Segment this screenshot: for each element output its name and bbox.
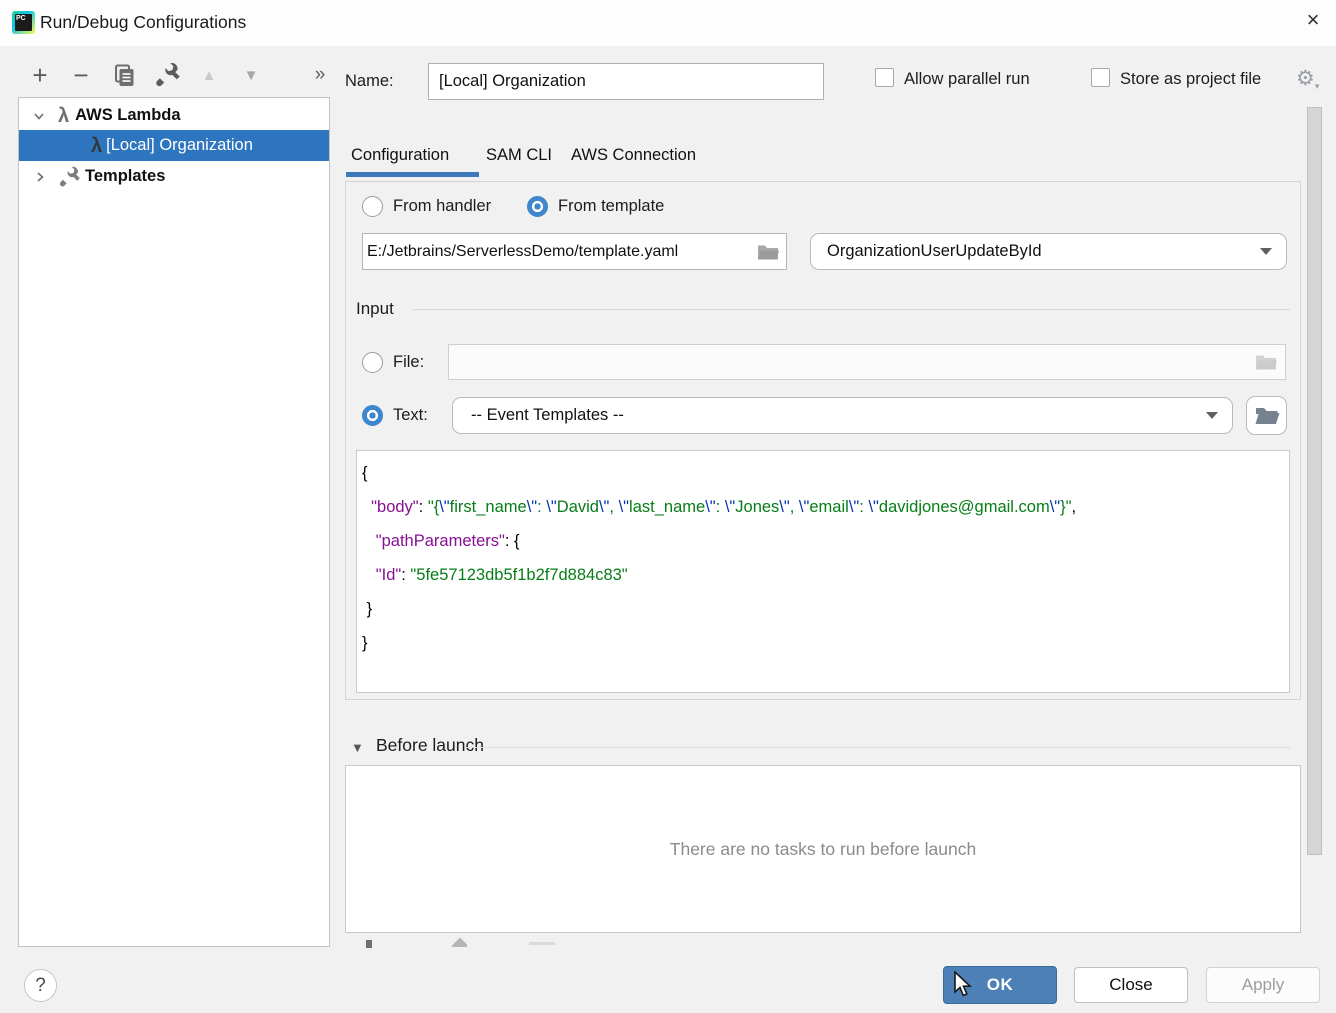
input-file-label[interactable]: File: xyxy=(393,353,424,372)
input-file-field[interactable] xyxy=(448,344,1286,380)
before-launch-task-list[interactable]: There are no tasks to run before launch xyxy=(345,765,1301,933)
ok-button[interactable]: OK xyxy=(943,966,1057,1004)
input-section-label: Input xyxy=(356,299,394,318)
aws-lambda-icon: λ xyxy=(91,134,103,157)
add-configuration-button[interactable]: + xyxy=(25,60,55,90)
chevron-right-icon[interactable] xyxy=(32,169,48,185)
chevron-down-icon xyxy=(1206,412,1218,419)
browse-event-file-button[interactable] xyxy=(1246,396,1287,435)
name-input[interactable] xyxy=(428,63,824,100)
from-handler-label[interactable]: From handler xyxy=(393,197,491,216)
add-task-icon[interactable] xyxy=(366,940,372,948)
selected-tab-indicator xyxy=(346,172,479,177)
copy-configuration-button[interactable] xyxy=(109,60,139,90)
close-button[interactable]: Close xyxy=(1074,967,1188,1003)
folder-icon[interactable] xyxy=(757,242,779,261)
input-text-label[interactable]: Text: xyxy=(393,406,428,425)
input-text-radio[interactable] xyxy=(362,405,383,426)
close-icon[interactable]: × xyxy=(1299,7,1327,35)
more-actions-button[interactable]: » xyxy=(305,60,335,90)
chevron-down-icon[interactable] xyxy=(31,108,47,124)
tree-item-aws-lambda[interactable]: λ AWS Lambda xyxy=(19,100,329,131)
function-select[interactable]: OrganizationUserUpdateById xyxy=(810,233,1287,270)
configurations-tree: λ AWS Lambda λ [Local] Organization Temp… xyxy=(18,97,330,947)
gear-icon[interactable]: ⚙▾ xyxy=(1296,66,1319,92)
allow-parallel-run-label[interactable]: Allow parallel run xyxy=(904,70,1030,89)
template-path-field[interactable]: E:/Jetbrains/ServerlessDemo/template.yam… xyxy=(362,233,787,270)
apply-button[interactable]: Apply xyxy=(1206,967,1320,1003)
aws-lambda-icon: λ xyxy=(58,104,70,127)
move-down-button[interactable]: ▼ xyxy=(236,60,266,90)
copy-icon xyxy=(112,63,136,87)
tree-item-local-organization[interactable]: λ [Local] Organization xyxy=(19,130,329,161)
vertical-scrollbar-thumb[interactable] xyxy=(1307,107,1322,855)
from-template-label[interactable]: From template xyxy=(558,197,664,216)
from-handler-radio[interactable] xyxy=(362,196,383,217)
chevron-down-icon xyxy=(1260,248,1272,255)
tab-configuration[interactable]: Configuration xyxy=(351,146,449,165)
tab-sam-cli[interactable]: SAM CLI xyxy=(486,146,552,165)
name-label: Name: xyxy=(345,72,394,90)
before-launch-divider xyxy=(465,747,1290,748)
move-up-button[interactable]: ▲ xyxy=(194,60,224,90)
pycharm-logo-icon: PC xyxy=(12,11,35,34)
help-button[interactable]: ? xyxy=(24,969,57,1002)
allow-parallel-run-checkbox[interactable] xyxy=(875,68,894,87)
event-templates-select[interactable]: -- Event Templates -- xyxy=(452,397,1233,434)
from-template-radio[interactable] xyxy=(527,196,548,217)
input-file-radio[interactable] xyxy=(362,352,383,373)
before-launch-collapse-icon[interactable]: ▼ xyxy=(351,740,364,755)
edit-task-icon[interactable] xyxy=(449,937,467,947)
before-launch-label: Before launch xyxy=(376,735,484,755)
remove-configuration-button[interactable]: − xyxy=(66,60,96,90)
tree-item-templates[interactable]: Templates xyxy=(19,161,329,192)
folder-icon[interactable] xyxy=(1255,352,1277,371)
edit-templates-button[interactable] xyxy=(152,60,182,90)
window-title: Run/Debug Configurations xyxy=(40,12,247,32)
tab-aws-connection[interactable]: AWS Connection xyxy=(571,146,696,165)
wrench-icon xyxy=(154,62,180,88)
before-launch-empty-text: There are no tasks to run before launch xyxy=(669,838,977,859)
event-json-editor[interactable]: { "body": "{\"first_name\": \"David\", \… xyxy=(356,450,1290,693)
title-bar: PC Run/Debug Configurations × xyxy=(0,0,1336,46)
store-as-project-file-label[interactable]: Store as project file xyxy=(1120,70,1261,89)
remove-task-icon[interactable] xyxy=(529,942,555,945)
store-as-project-file-checkbox[interactable] xyxy=(1091,68,1110,87)
input-section-divider xyxy=(413,309,1290,310)
folder-open-icon xyxy=(1254,405,1280,427)
wrench-icon xyxy=(58,166,80,188)
